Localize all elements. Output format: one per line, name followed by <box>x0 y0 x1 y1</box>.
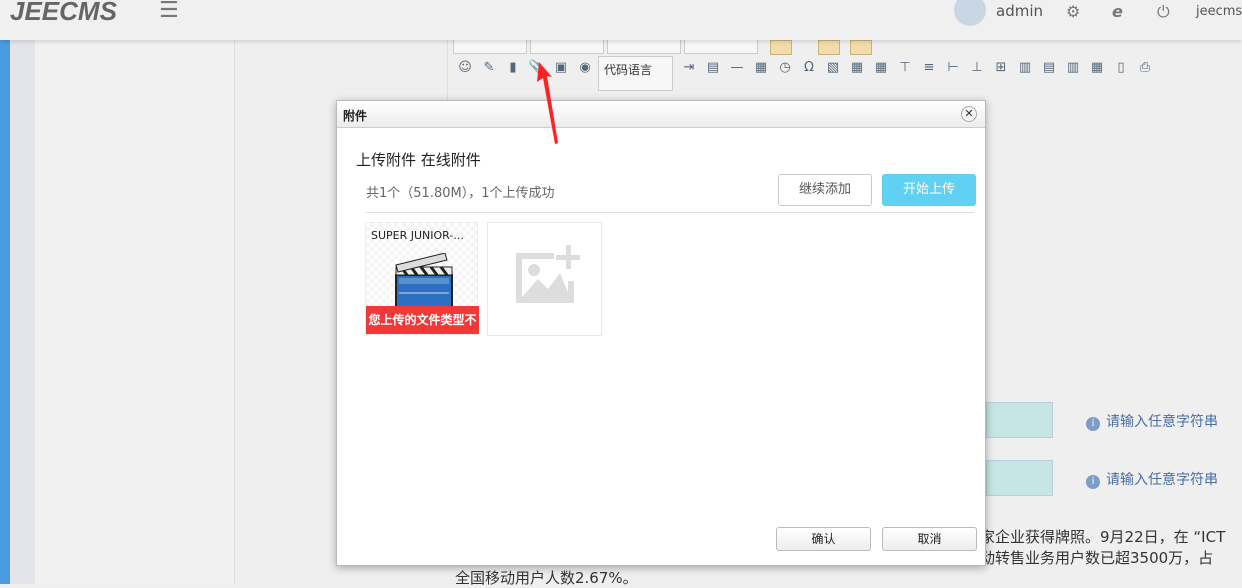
scrawl-icon[interactable]: ✎ <box>480 60 498 75</box>
pagebreak-icon[interactable]: ⇥ <box>680 60 698 75</box>
insert-col-icon[interactable]: ⊢ <box>944 60 962 75</box>
add-image-button[interactable] <box>487 222 602 336</box>
video-icon[interactable]: ▮ <box>504 60 522 75</box>
dialog-title: 附件 <box>337 101 985 128</box>
file-error-message: 您上传的文件类型不 <box>366 306 479 334</box>
info-icon: i <box>1086 417 1100 431</box>
special-char-icon[interactable]: Ω <box>800 60 818 75</box>
logo[interactable]: JEECMS <box>10 0 117 27</box>
horizontal-rule-icon[interactable]: — <box>728 60 746 75</box>
sidebar <box>35 40 235 584</box>
close-icon[interactable]: ✕ <box>961 106 977 122</box>
annotation-arrow-icon <box>537 62 558 144</box>
avatar[interactable] <box>954 0 986 26</box>
color-button[interactable] <box>818 40 840 55</box>
upload-summary: 共1个（51.80M），1个上传成功 <box>366 186 555 201</box>
field-hint: i 请输入任意字符串 <box>1086 469 1218 489</box>
menu-toggle-icon[interactable]: ☰ <box>159 0 179 23</box>
hint-text: 请输入任意字符串 <box>1106 414 1218 430</box>
insert-row-icon[interactable]: ⊤ <box>896 60 914 75</box>
video-file-icon <box>395 253 453 307</box>
site-link[interactable]: jeecms <box>1196 4 1242 19</box>
file-name: SUPER JUNIOR-... <box>371 229 464 242</box>
text-field[interactable] <box>986 460 1053 496</box>
field-hint: i 请输入任意字符串 <box>1086 411 1218 431</box>
hint-text: 请输入任意字符串 <box>1106 472 1218 488</box>
time-icon[interactable]: ◷ <box>776 60 794 75</box>
divider <box>366 212 974 213</box>
map-icon[interactable]: ◉ <box>576 60 594 75</box>
toolbar-select[interactable] <box>453 40 527 54</box>
tab-upload[interactable]: 上传附件 <box>356 151 416 169</box>
content-text: 全国移动用户人数2.67%。 <box>455 569 638 587</box>
start-upload-button[interactable]: 开始上传 <box>882 174 976 206</box>
word-image-icon[interactable]: ▧ <box>824 60 842 75</box>
attachment-dialog: 附件 ✕ 上传附件 在线附件 共1个（51.80M），1个上传成功 继续添加 开… <box>336 100 986 566</box>
toolbar-select[interactable] <box>607 40 681 54</box>
date-icon[interactable]: ▦ <box>752 60 770 75</box>
split-col-icon[interactable]: ▥ <box>1064 60 1082 75</box>
print-icon[interactable]: ⎙ <box>1136 60 1154 75</box>
add-image-icon <box>516 245 580 303</box>
delete-table-icon[interactable]: ▦ <box>872 60 890 75</box>
cell-icon[interactable]: ▦ <box>1088 60 1106 75</box>
split-icon[interactable]: ▥ <box>1016 60 1034 75</box>
color-button[interactable] <box>850 40 872 55</box>
browser-icon[interactable]: e <box>1112 2 1123 21</box>
chart-icon[interactable]: ▯ <box>1112 60 1130 75</box>
text-field[interactable] <box>986 402 1053 438</box>
code-language-select[interactable]: 代码语言 <box>598 56 673 91</box>
split-row-icon[interactable]: ▤ <box>1040 60 1058 75</box>
power-icon[interactable]: ⏻ <box>1157 2 1170 22</box>
color-button[interactable] <box>770 40 792 55</box>
table-icon[interactable]: ▦ <box>848 60 866 75</box>
toolbar-select[interactable] <box>684 40 758 54</box>
file-item[interactable]: SUPER JUNIOR-... 您上传的文件类型不 <box>365 222 479 335</box>
merge-icon[interactable]: ⊞ <box>992 60 1010 75</box>
username[interactable]: admin <box>996 2 1043 20</box>
delete-col-icon[interactable]: ⊥ <box>968 60 986 75</box>
continue-add-button[interactable]: 继续添加 <box>778 174 872 206</box>
nav-rail <box>0 40 10 584</box>
confirm-button[interactable]: 确认 <box>776 527 871 551</box>
info-icon: i <box>1086 475 1100 489</box>
content-text: 动转售业务用户数已超3500万，占 <box>980 549 1214 567</box>
tab-online[interactable]: 在线附件 <box>421 151 481 169</box>
delete-row-icon[interactable]: ≡ <box>920 60 938 75</box>
content-text: 家企业获得牌照。9月22日，在 “ICT <box>980 528 1226 546</box>
emoji-icon[interactable]: ☺ <box>456 60 474 75</box>
cancel-button[interactable]: 取消 <box>882 527 977 551</box>
top-header: JEECMS ☰ admin ⚙ e ⏻ jeecms <box>0 0 1242 40</box>
nav-strip <box>10 40 35 584</box>
user-settings-icon[interactable]: ⚙ <box>1066 2 1080 21</box>
toolbar-select[interactable] <box>530 40 604 54</box>
template-icon[interactable]: ▤ <box>704 60 722 75</box>
